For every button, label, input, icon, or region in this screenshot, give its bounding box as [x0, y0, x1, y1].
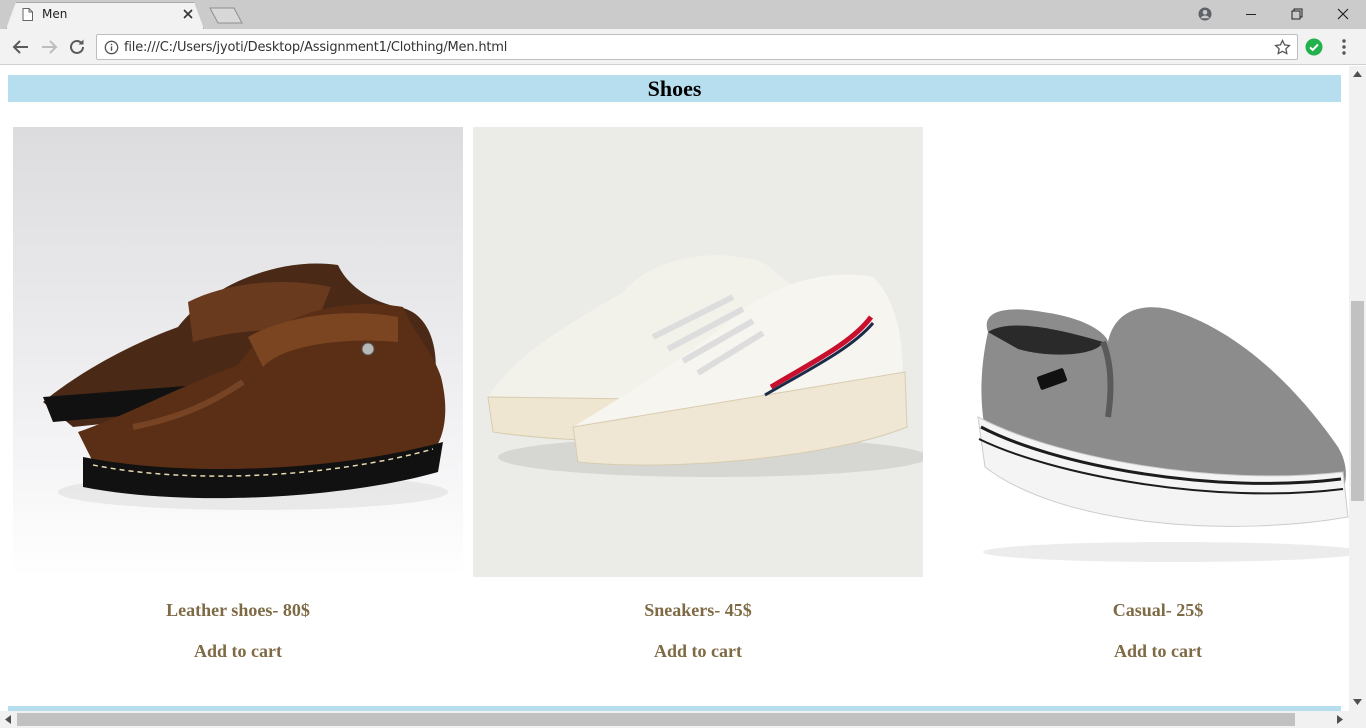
product-name: Leather shoes- 80$: [166, 600, 310, 620]
profile-icon[interactable]: [1182, 0, 1228, 28]
info-icon[interactable]: [104, 40, 119, 55]
tab-title: Men: [42, 7, 68, 21]
close-window-button[interactable]: [1320, 0, 1366, 28]
product-name: Sneakers- 45$: [644, 600, 752, 620]
product-card: Casual- 25$ Add to cart: [933, 127, 1349, 662]
add-to-cart-link[interactable]: Add to cart: [473, 641, 923, 662]
url-text: file:///C:/Users/jyoti/Desktop/Assignmen…: [124, 40, 508, 55]
extension-check-icon[interactable]: [1305, 38, 1323, 56]
leather-shoe-image: [13, 127, 463, 577]
scroll-left-arrow-icon[interactable]: [5, 715, 11, 724]
horizontal-scroll-thumb[interactable]: [17, 713, 1295, 726]
section-title: Shoes: [8, 75, 1341, 102]
kebab-menu-icon[interactable]: [1336, 38, 1352, 56]
browser-tab[interactable]: [6, 2, 204, 29]
page-content: Shoes Leather shoes- 80$ Add to cart Sne…: [0, 66, 1349, 711]
restore-button[interactable]: [1274, 0, 1320, 28]
scroll-right-arrow-icon[interactable]: [1337, 715, 1343, 724]
product-name: Casual- 25$: [1112, 600, 1204, 620]
close-tab-icon[interactable]: [182, 8, 194, 20]
casual-shoe-image: [933, 127, 1349, 577]
scroll-down-arrow-icon[interactable]: [1353, 699, 1362, 705]
address-bar[interactable]: file:///C:/Users/jyoti/Desktop/Assignmen…: [96, 34, 1298, 60]
page-icon: [22, 8, 33, 21]
bookmark-star-icon[interactable]: [1274, 39, 1291, 56]
horizontal-scrollbar[interactable]: [0, 711, 1366, 728]
minimize-button[interactable]: [1228, 0, 1274, 28]
tab-strip: Men: [0, 0, 1366, 29]
product-card: Sneakers- 45$ Add to cart: [473, 127, 923, 662]
forward-arrow-icon[interactable]: [39, 37, 59, 57]
vertical-scrollbar[interactable]: [1349, 66, 1366, 711]
reload-icon[interactable]: [67, 37, 87, 57]
add-to-cart-link[interactable]: Add to cart: [13, 641, 463, 662]
browser-toolbar: file:///C:/Users/jyoti/Desktop/Assignmen…: [0, 29, 1366, 65]
product-card: Leather shoes- 80$ Add to cart: [13, 127, 463, 662]
new-tab-button[interactable]: [208, 7, 244, 24]
vertical-scroll-thumb[interactable]: [1351, 301, 1364, 501]
scroll-up-arrow-icon[interactable]: [1353, 71, 1362, 77]
sneaker-image: [473, 127, 923, 577]
back-arrow-icon[interactable]: [11, 37, 31, 57]
add-to-cart-link[interactable]: Add to cart: [933, 641, 1349, 662]
